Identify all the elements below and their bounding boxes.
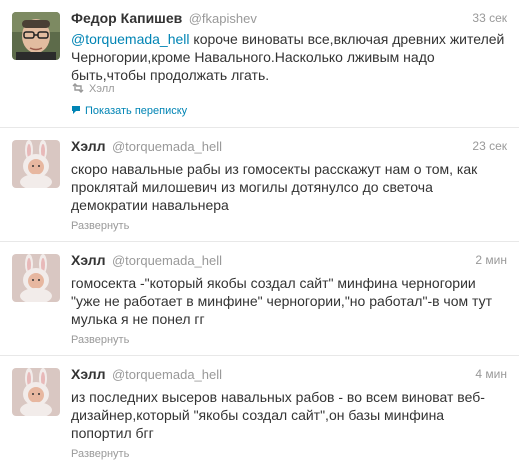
tweet-mention[interactable]: @torquemada_hell xyxy=(71,31,190,47)
tweet-username[interactable]: @torquemada_hell xyxy=(112,367,222,382)
retweeted-by[interactable]: Хэлл xyxy=(89,83,115,95)
retweet-info: Хэлл xyxy=(71,83,115,95)
tweet-time[interactable]: 4 мин xyxy=(475,367,507,381)
tweet-header: Федор Капишев @fkapishev 33 сек xyxy=(71,10,507,28)
tweet-text: @torquemada_hell короче виноваты все,вкл… xyxy=(71,30,507,84)
tweet-fullname[interactable]: Хэлл xyxy=(71,252,106,268)
avatar[interactable] xyxy=(12,12,60,60)
tweet-text: скоро навальные рабы из гомосекты расска… xyxy=(71,161,478,213)
tweet-fullname[interactable]: Хэлл xyxy=(71,366,106,382)
tweet-time[interactable]: 23 сек xyxy=(472,139,507,153)
show-conversation-label: Показать переписку xyxy=(85,105,188,117)
tweet-item[interactable]: Хэлл @torquemada_hell 4 мин из последних… xyxy=(0,356,519,468)
tweet-time[interactable]: 33 сек xyxy=(472,11,507,25)
show-conversation-link[interactable]: Показать переписку xyxy=(71,105,187,117)
bunny-costume-baby-photo-icon xyxy=(12,254,60,302)
tweet-fullname[interactable]: Хэлл xyxy=(71,138,106,154)
retweet-icon xyxy=(72,83,84,93)
tweet-header: Хэлл @torquemada_hell 23 сек xyxy=(71,138,507,156)
bunny-costume-baby-photo-icon xyxy=(12,368,60,416)
tweet-username[interactable]: @torquemada_hell xyxy=(112,253,222,268)
expand-link[interactable]: Развернуть xyxy=(71,334,129,346)
tweet-username[interactable]: @fkapishev xyxy=(189,11,257,26)
expand-link[interactable]: Развернуть xyxy=(71,448,129,460)
avatar[interactable] xyxy=(12,140,60,188)
tweet-item[interactable]: Хэлл @torquemada_hell 23 сек скоро навал… xyxy=(0,128,519,242)
avatar[interactable] xyxy=(12,368,60,416)
tweet-text: из последних высеров навальных рабов - в… xyxy=(71,389,485,441)
expand-link[interactable]: Развернуть xyxy=(71,220,129,232)
tweet-header: Хэлл @torquemada_hell 2 мин xyxy=(71,252,507,270)
tweet-item[interactable]: Федор Капишев @fkapishev 33 сек @torquem… xyxy=(0,0,519,128)
bunny-costume-baby-photo-icon xyxy=(12,140,60,188)
tweet-stream: Федор Капишев @fkapishev 33 сек @torquem… xyxy=(0,0,519,468)
tweet-text: гомосекта -"который якобы создал сайт" м… xyxy=(71,275,493,327)
man-with-glasses-photo-icon xyxy=(12,12,60,60)
tweet-username[interactable]: @torquemada_hell xyxy=(112,139,222,154)
tweet-time[interactable]: 2 мин xyxy=(475,253,507,267)
tweet-fullname[interactable]: Федор Капишев xyxy=(71,10,182,26)
conversation-icon xyxy=(72,106,80,114)
avatar[interactable] xyxy=(12,254,60,302)
tweet-header: Хэлл @torquemada_hell 4 мин xyxy=(71,366,507,384)
tweet-item[interactable]: Хэлл @torquemada_hell 2 мин гомосекта -"… xyxy=(0,242,519,356)
